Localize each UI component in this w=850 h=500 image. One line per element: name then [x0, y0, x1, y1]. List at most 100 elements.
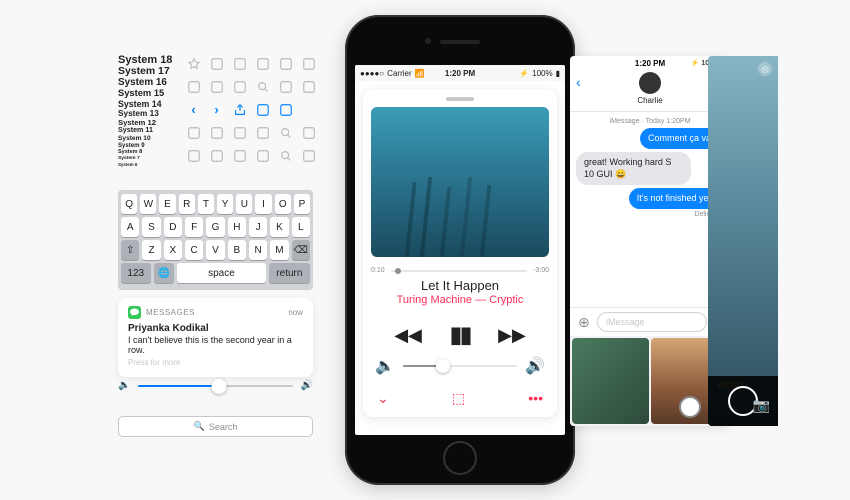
key-ret[interactable]: return: [269, 263, 310, 283]
key-t[interactable]: T: [198, 194, 214, 214]
key-space[interactable]: space: [177, 263, 266, 283]
playback-progress[interactable]: 0:10 -3:00: [371, 267, 549, 274]
key-z[interactable]: Z: [142, 240, 160, 260]
key-d[interactable]: D: [164, 217, 182, 237]
clock-icon: [208, 55, 225, 72]
next-button[interactable]: ▶▶: [498, 325, 526, 346]
contact-avatar[interactable]: [639, 72, 661, 94]
key-p[interactable]: P: [294, 194, 310, 214]
key-v[interactable]: V: [206, 240, 224, 260]
key-o[interactable]: O: [275, 194, 291, 214]
volume-slider[interactable]: 🔈 🔊: [118, 380, 313, 391]
notification-hint: Press for more: [128, 358, 303, 367]
photo-thumbnail[interactable]: [572, 338, 649, 424]
track-title: Let It Happen: [371, 278, 549, 293]
key-m[interactable]: M: [270, 240, 288, 260]
search-icon: [254, 78, 271, 95]
messages-app-icon: [128, 306, 141, 319]
music-icon: [185, 147, 202, 164]
key-j[interactable]: J: [249, 217, 267, 237]
key-e[interactable]: E: [159, 194, 175, 214]
key-⌫[interactable]: ⌫: [292, 240, 310, 260]
home-button[interactable]: [443, 441, 477, 475]
icon-grid: ‹›: [185, 55, 315, 164]
key-u[interactable]: U: [236, 194, 252, 214]
back-icon: ‹: [185, 101, 202, 118]
volume-low-icon: 🔈: [375, 356, 395, 376]
status-bar: ●●●●○ Carrier 📶 1:20 PM ⚡100%▮: [355, 65, 565, 81]
notification-banner[interactable]: MESSAGES now Priyanka Kodikal I can't be…: [118, 298, 313, 377]
bookmark-icon: [300, 78, 317, 95]
album-art[interactable]: [371, 107, 549, 257]
slider-knob[interactable]: [211, 379, 226, 394]
trash-icon: [300, 124, 317, 141]
message-thread[interactable]: iMessage · Today 1:20PMComment ça va?gre…: [570, 112, 730, 307]
status-bar: 1:20 PM ⚡ 100% ▮: [570, 56, 730, 70]
key-globe[interactable]: 🌐: [154, 263, 175, 283]
key-h[interactable]: H: [228, 217, 246, 237]
search-icon: 🔍: [194, 421, 205, 432]
key-i[interactable]: I: [255, 194, 271, 214]
film-icon: [208, 78, 225, 95]
tabs-icon: [277, 101, 294, 118]
filter-icon: [254, 147, 271, 164]
message-input[interactable]: iMessage: [597, 312, 707, 332]
chevron-down-icon[interactable]: ⌄: [377, 390, 389, 407]
list-icon: [185, 124, 202, 141]
book-icon: [254, 101, 271, 118]
grid-icon: [185, 78, 202, 95]
photo-picker[interactable]: 📷: [570, 336, 730, 426]
iphone-camera-screen: ◎ PANO 📷: [708, 56, 778, 426]
notification-time: now: [288, 308, 303, 317]
stack-icon: [277, 55, 294, 72]
radio-icon: [208, 147, 225, 164]
previous-button[interactable]: ◀◀: [394, 325, 422, 346]
key-q[interactable]: Q: [121, 194, 137, 214]
key-s[interactable]: S: [142, 217, 160, 237]
back-button[interactable]: ‹: [576, 74, 581, 90]
grid2-icon: [254, 124, 271, 141]
key-l[interactable]: L: [292, 217, 310, 237]
tag-icon: [277, 78, 294, 95]
message-bubble[interactable]: great! Working hard S 10 GUI 😄: [576, 152, 691, 185]
key-a[interactable]: A: [121, 217, 139, 237]
slider-track[interactable]: [138, 385, 292, 387]
search-bar[interactable]: 🔍 Search: [118, 416, 313, 437]
capture-button[interactable]: [679, 396, 701, 418]
key-x[interactable]: X: [164, 240, 182, 260]
now-playing-card: 0:10 -3:00 Let It Happen Turing Machine …: [363, 89, 557, 417]
key-c[interactable]: C: [185, 240, 203, 260]
key-f[interactable]: F: [185, 217, 203, 237]
chat-header: ‹ Charlie i: [570, 70, 730, 112]
volume-high-icon: 🔊: [525, 356, 545, 376]
pause-button[interactable]: ▮▮: [450, 322, 470, 348]
dice-icon: [254, 55, 271, 72]
live-photo-icon[interactable]: ◎: [758, 62, 772, 76]
infinity-icon: [300, 55, 317, 72]
desktop-icon: [231, 147, 248, 164]
more-icon[interactable]: •••: [528, 390, 543, 407]
key-r[interactable]: R: [179, 194, 195, 214]
apps-button[interactable]: ⊕: [575, 313, 593, 331]
thread-timestamp: iMessage · Today 1:20PM: [576, 118, 724, 125]
key-b[interactable]: B: [228, 240, 246, 260]
now-playing-volume[interactable]: 🔈 🔊: [375, 356, 545, 376]
key-num[interactable]: 123: [121, 263, 151, 283]
airplay-icon[interactable]: ⬚: [452, 390, 465, 407]
key-y[interactable]: Y: [217, 194, 233, 214]
add-icon: [208, 124, 225, 141]
card-handle[interactable]: [446, 97, 474, 101]
track-artist-album: Turing Machine — Cryptic: [371, 294, 549, 306]
key-⇧[interactable]: ⇧: [121, 240, 139, 260]
notification-sender: Priyanka Kodikal: [128, 323, 303, 334]
key-k[interactable]: K: [270, 217, 288, 237]
key-w[interactable]: W: [140, 194, 156, 214]
camera-switch-icon[interactable]: 📷: [753, 397, 770, 414]
key-g[interactable]: G: [206, 217, 224, 237]
box-icon: [231, 78, 248, 95]
key-n[interactable]: N: [249, 240, 267, 260]
volume-high-icon: 🔊: [301, 380, 313, 391]
notification-app-name: MESSAGES: [146, 308, 195, 317]
ios-keyboard[interactable]: QWERTYUIOP ASDFGHJKL ⇧ZXCVBNM⌫ 123🌐spaceret…: [118, 190, 313, 290]
music-now-playing-screen: ●●●●○ Carrier 📶 1:20 PM ⚡100%▮ 0:10 -3:0…: [355, 65, 565, 435]
